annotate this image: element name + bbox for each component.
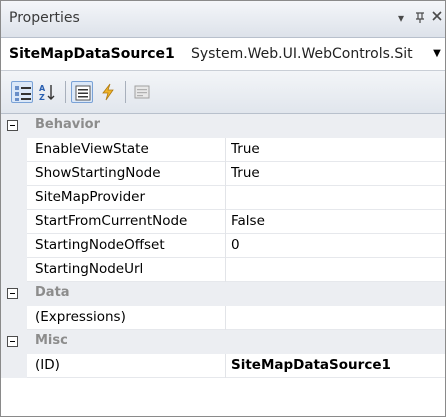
- column-divider: [225, 234, 226, 258]
- pin-icon[interactable]: [412, 10, 428, 26]
- property-grid: Behavior EnableViewState True ShowStarti…: [1, 114, 445, 416]
- property-pages-icon: [134, 85, 150, 99]
- selector-dropdown-icon[interactable]: ▼: [431, 46, 443, 62]
- category-label: Data: [35, 285, 70, 300]
- property-value[interactable]: 0: [231, 237, 441, 253]
- toolbar: A Z: [1, 71, 445, 114]
- property-name: EnableViewState: [35, 141, 149, 157]
- property-name: (Expressions): [35, 309, 126, 325]
- column-divider: [225, 162, 226, 186]
- row-margin: [1, 258, 27, 282]
- property-row[interactable]: (ID) SiteMapDataSource1: [1, 354, 445, 378]
- column-divider: [225, 138, 226, 162]
- selected-object-name: SiteMapDataSource1: [9, 46, 175, 62]
- toolbar-separator: [65, 81, 66, 103]
- collapse-icon[interactable]: [7, 336, 18, 347]
- property-row[interactable]: StartingNodeUrl: [1, 258, 445, 282]
- events-icon: [102, 83, 114, 101]
- svg-text:A: A: [39, 84, 46, 93]
- collapse-icon[interactable]: [7, 288, 18, 299]
- dropdown-arrow-icon[interactable]: ▾: [393, 10, 409, 26]
- column-divider: [225, 354, 226, 378]
- categorized-button[interactable]: [11, 81, 33, 103]
- column-divider: [225, 258, 226, 282]
- properties-icon: [75, 85, 91, 101]
- properties-window: Properties ▾ SiteMapDataSource1 System.W…: [0, 0, 446, 417]
- property-name: StartFromCurrentNode: [35, 213, 188, 229]
- property-name: ShowStartingNode: [35, 165, 161, 181]
- row-margin: [1, 186, 27, 210]
- property-row[interactable]: StartingNodeOffset 0: [1, 234, 445, 258]
- row-margin: [1, 138, 27, 162]
- row-margin: [1, 162, 27, 186]
- property-name: (ID): [35, 357, 60, 373]
- collapse-icon[interactable]: [7, 120, 18, 131]
- category-label: Behavior: [35, 117, 101, 132]
- title-bar: Properties ▾: [1, 1, 445, 38]
- property-name: SiteMapProvider: [35, 189, 145, 205]
- property-name: StartingNodeUrl: [35, 261, 144, 277]
- property-value[interactable]: False: [231, 213, 441, 229]
- row-margin: [1, 234, 27, 258]
- property-row[interactable]: ShowStartingNode True: [1, 162, 445, 186]
- svg-text:Z: Z: [39, 93, 45, 101]
- column-divider: [225, 306, 226, 330]
- property-row[interactable]: (Expressions): [1, 306, 445, 330]
- alphabetical-icon: A Z: [39, 84, 55, 101]
- toolbar-separator: [125, 81, 126, 103]
- category-row-behavior[interactable]: Behavior: [1, 114, 445, 138]
- events-button[interactable]: [97, 81, 119, 103]
- close-icon[interactable]: [429, 10, 445, 26]
- row-margin: [1, 210, 27, 234]
- property-name: StartingNodeOffset: [35, 237, 165, 253]
- property-value[interactable]: True: [231, 141, 441, 157]
- row-margin: [1, 306, 27, 330]
- row-margin: [1, 354, 27, 378]
- selected-object-type: System.Web.UI.WebControls.Sit: [191, 46, 413, 62]
- column-divider: [225, 210, 226, 234]
- property-row[interactable]: EnableViewState True: [1, 138, 445, 162]
- window-title: Properties: [9, 10, 80, 26]
- property-value[interactable]: SiteMapDataSource1: [231, 357, 441, 373]
- category-row-misc[interactable]: Misc: [1, 330, 445, 354]
- alphabetical-button[interactable]: A Z: [37, 81, 59, 103]
- category-label: Misc: [35, 333, 68, 348]
- categorized-icon: [15, 86, 31, 101]
- object-selector[interactable]: SiteMapDataSource1 System.Web.UI.WebCont…: [1, 38, 445, 71]
- property-row[interactable]: SiteMapProvider: [1, 186, 445, 210]
- property-value[interactable]: True: [231, 165, 441, 181]
- column-divider: [225, 186, 226, 210]
- category-row-data[interactable]: Data: [1, 282, 445, 306]
- property-row[interactable]: StartFromCurrentNode False: [1, 210, 445, 234]
- properties-button[interactable]: [71, 81, 93, 103]
- property-pages-button[interactable]: [131, 81, 153, 103]
